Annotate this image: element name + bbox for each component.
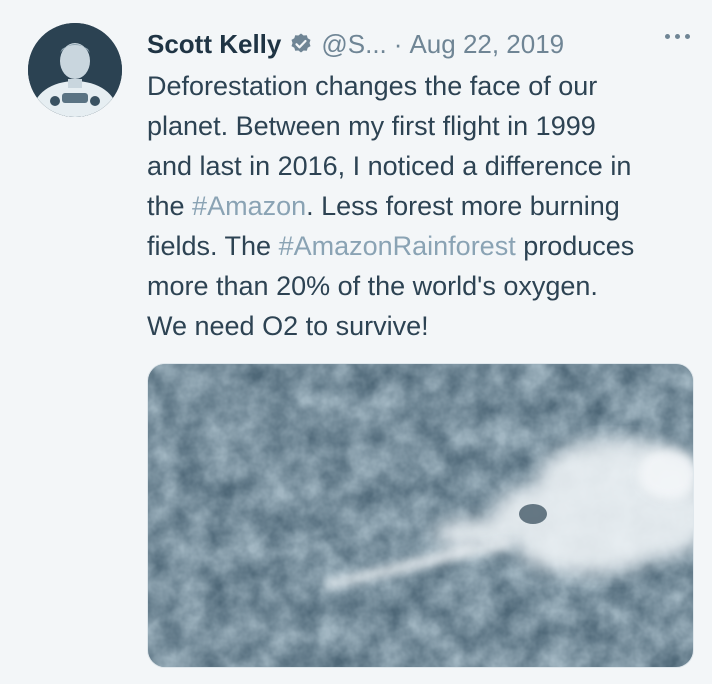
author-handle[interactable]: @S... (321, 29, 386, 60)
tweet-text-line: more than 20% of the world's oxygen. (147, 271, 598, 301)
more-dots-icon[interactable] (665, 34, 690, 39)
hashtag-link[interactable]: #Amazon (192, 191, 306, 221)
tweet-text-line: the #Amazon. Less forest more burning (147, 191, 620, 221)
tweet-text-line: and last in 2016, I noticed a difference… (147, 151, 632, 181)
tweet-text-line: planet. Between my first flight in 1999 (147, 111, 596, 141)
hashtag-link[interactable]: #AmazonRainforest (279, 231, 516, 261)
tweet-text-line: fields. The #AmazonRainforest produces (147, 231, 635, 261)
header-separator: · (393, 28, 403, 59)
tweet-date[interactable]: Aug 22, 2019 (409, 29, 564, 60)
tweet-text-line: Deforestation changes the face of our (147, 71, 598, 101)
tweet-text: Deforestation changes the face of our pl… (147, 66, 697, 346)
tweet-card[interactable]: Scott Kelly @S... · Aug 22, 2019 Defores… (0, 0, 712, 684)
verified-badge-icon (289, 32, 313, 56)
tweet-text-line: We need O2 to survive! (147, 311, 429, 341)
author-name[interactable]: Scott Kelly (147, 29, 281, 60)
tweet-image[interactable] (147, 363, 694, 668)
tweet-header: Scott Kelly @S... · Aug 22, 2019 (147, 24, 692, 64)
avatar[interactable] (28, 23, 122, 117)
